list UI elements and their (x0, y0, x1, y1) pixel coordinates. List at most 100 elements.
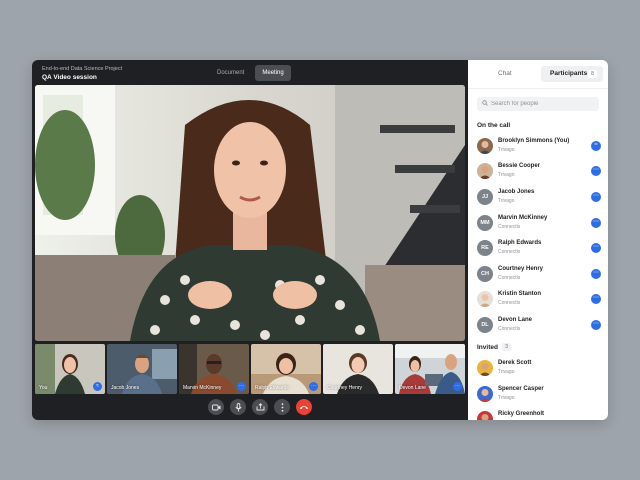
tab-meeting[interactable]: Meeting (255, 65, 291, 81)
invited-row[interactable]: Ricky Greenholt (477, 410, 601, 420)
more-options-button[interactable]: ⋯ (591, 243, 601, 253)
participant-name: Bessie Cooper (498, 163, 541, 169)
thumbnail-name: Marvin McKinney (183, 385, 222, 391)
more-options-button[interactable]: ⋯ (591, 269, 601, 279)
participant-name: Spencer Casper (498, 386, 544, 392)
avatar (477, 360, 493, 376)
participant-name: Derek Scott (498, 360, 532, 366)
thumbnail-name: Jacob Jones (111, 385, 140, 391)
participant-name: Courtney Henry (498, 266, 544, 272)
tab-document[interactable]: Document (210, 65, 251, 81)
thumbnail-name: Ralph Edwards (255, 385, 289, 391)
thumbnail-courtney[interactable]: Courtney Henry (323, 344, 393, 394)
tab-participants[interactable]: Participants 8 (541, 66, 603, 82)
avatar: CH (477, 266, 493, 282)
invited-row[interactable]: Spencer Casper Trivago (477, 385, 601, 403)
call-controls (208, 399, 312, 415)
divider (468, 88, 608, 89)
participant-row[interactable]: DL Devon Lane Connectis ⋯ (477, 316, 601, 334)
invited-row[interactable]: Derek Scott Trivago (477, 359, 601, 377)
thumbnail-name: You (39, 385, 48, 391)
more-options-button[interactable] (274, 399, 290, 415)
participant-row[interactable]: Bessie Cooper Trivago ⋯ (477, 162, 601, 180)
participant-row[interactable]: MM Marvin McKinney Connectis ⋯ (477, 214, 601, 232)
participant-org: Trivago (498, 147, 515, 153)
audio-wave-icon: ≈ (93, 382, 102, 391)
avatar (477, 138, 493, 154)
session-title: QA Video session (42, 74, 97, 81)
more-icon[interactable]: ⋯ (453, 382, 462, 391)
participant-org: Connectis (498, 300, 521, 306)
participant-name: Jacob Jones (498, 189, 535, 195)
participant-row[interactable]: Kristin Stanton Connectis ⋯ (477, 290, 601, 308)
participant-org: Connectis (498, 249, 521, 255)
thumbnail-you[interactable]: You ≈ (35, 344, 105, 394)
avatar: MM (477, 215, 493, 231)
more-options-button[interactable]: ⋯ (591, 166, 601, 176)
invited-count-badge: 3 (501, 343, 511, 351)
thumbnail-ralph[interactable]: Ralph Edwards ⋯ (251, 344, 321, 394)
share-screen-icon (256, 403, 264, 411)
search-input[interactable] (491, 98, 595, 110)
invited-heading: Invited 3 (477, 343, 511, 351)
participant-org: Trivago (498, 369, 515, 375)
thumbnail-devon[interactable]: Devon Lane ⋯ (395, 344, 465, 394)
end-call-button[interactable] (296, 399, 312, 415)
participant-org: Connectis (498, 224, 521, 230)
participant-thumbnails: You ≈ Jacob Jones Marvin McKinney ⋯ Ralp… (35, 344, 465, 394)
participant-name: Kristin Stanton (498, 291, 541, 297)
more-icon (281, 402, 283, 412)
search-box (477, 97, 599, 111)
more-icon[interactable]: ⋯ (237, 382, 246, 391)
avatar (477, 163, 493, 179)
invited-heading-label: Invited (477, 344, 498, 351)
participant-name: Marvin McKinney (498, 215, 548, 221)
tab-chat[interactable]: Chat (498, 70, 512, 77)
more-options-button[interactable]: ⋯ (591, 192, 601, 202)
thumbnail-name: Courtney Henry (327, 385, 363, 391)
participant-org: Connectis (498, 275, 521, 281)
participant-org: Trivago (498, 172, 515, 178)
avatar (477, 386, 493, 402)
participant-org: Trivago (498, 395, 515, 401)
participant-row[interactable]: RE Ralph Edwards Connectis ⋯ (477, 239, 601, 257)
participant-row[interactable]: JJ Jacob Jones Trivago ⋯ (477, 188, 601, 206)
microphone-button[interactable] (230, 399, 246, 415)
participant-org: Connectis (498, 326, 521, 332)
video-call-app: End-to-end Data Science Project QA Video… (32, 60, 608, 420)
more-icon[interactable]: ⋯ (309, 382, 318, 391)
view-tabs: Document Meeting (210, 65, 291, 81)
video-camera-icon (211, 404, 220, 410)
share-screen-button[interactable] (252, 399, 268, 415)
thumbnail-marvin[interactable]: Marvin McKinney ⋯ (179, 344, 249, 394)
video-camera-button[interactable] (208, 399, 224, 415)
search-icon (482, 100, 488, 106)
end-call-icon (299, 406, 309, 410)
sidebar-tabs: Chat Participants 8 (468, 66, 608, 82)
thumbnail-jacob[interactable]: Jacob Jones (107, 344, 177, 394)
tab-participants-label: Participants (550, 70, 588, 77)
avatar: RE (477, 240, 493, 256)
participant-name: Devon Lane (498, 317, 533, 323)
on-call-heading: On the call (477, 122, 511, 129)
avatar (477, 411, 493, 420)
more-options-button[interactable]: ⋯ (591, 320, 601, 330)
participant-org: Trivago (498, 198, 515, 204)
project-name: End-to-end Data Science Project (42, 66, 123, 72)
participant-name: Ricky Greenholt (498, 411, 545, 417)
speaker-image (35, 85, 465, 341)
avatar: JJ (477, 189, 493, 205)
audio-wave-icon: ≈ (591, 141, 601, 151)
participant-row[interactable]: CH Courtney Henry Connectis ⋯ (477, 265, 601, 283)
participant-row[interactable]: Brooklyn Simmons (You) Trivago ≈ (477, 137, 601, 155)
more-options-button[interactable]: ⋯ (591, 218, 601, 228)
participant-name: Ralph Edwards (498, 240, 542, 246)
more-options-button[interactable]: ⋯ (591, 294, 601, 304)
main-speaker-video (35, 85, 465, 341)
microphone-icon (234, 402, 242, 411)
participants-count-badge: 8 (588, 70, 597, 78)
thumbnail-name: Devon Lane (399, 385, 426, 391)
participant-name: Brooklyn Simmons (You) (498, 138, 570, 144)
participants-sidebar: Chat Participants 8 On the call Brooklyn… (468, 60, 608, 420)
avatar (477, 291, 493, 307)
